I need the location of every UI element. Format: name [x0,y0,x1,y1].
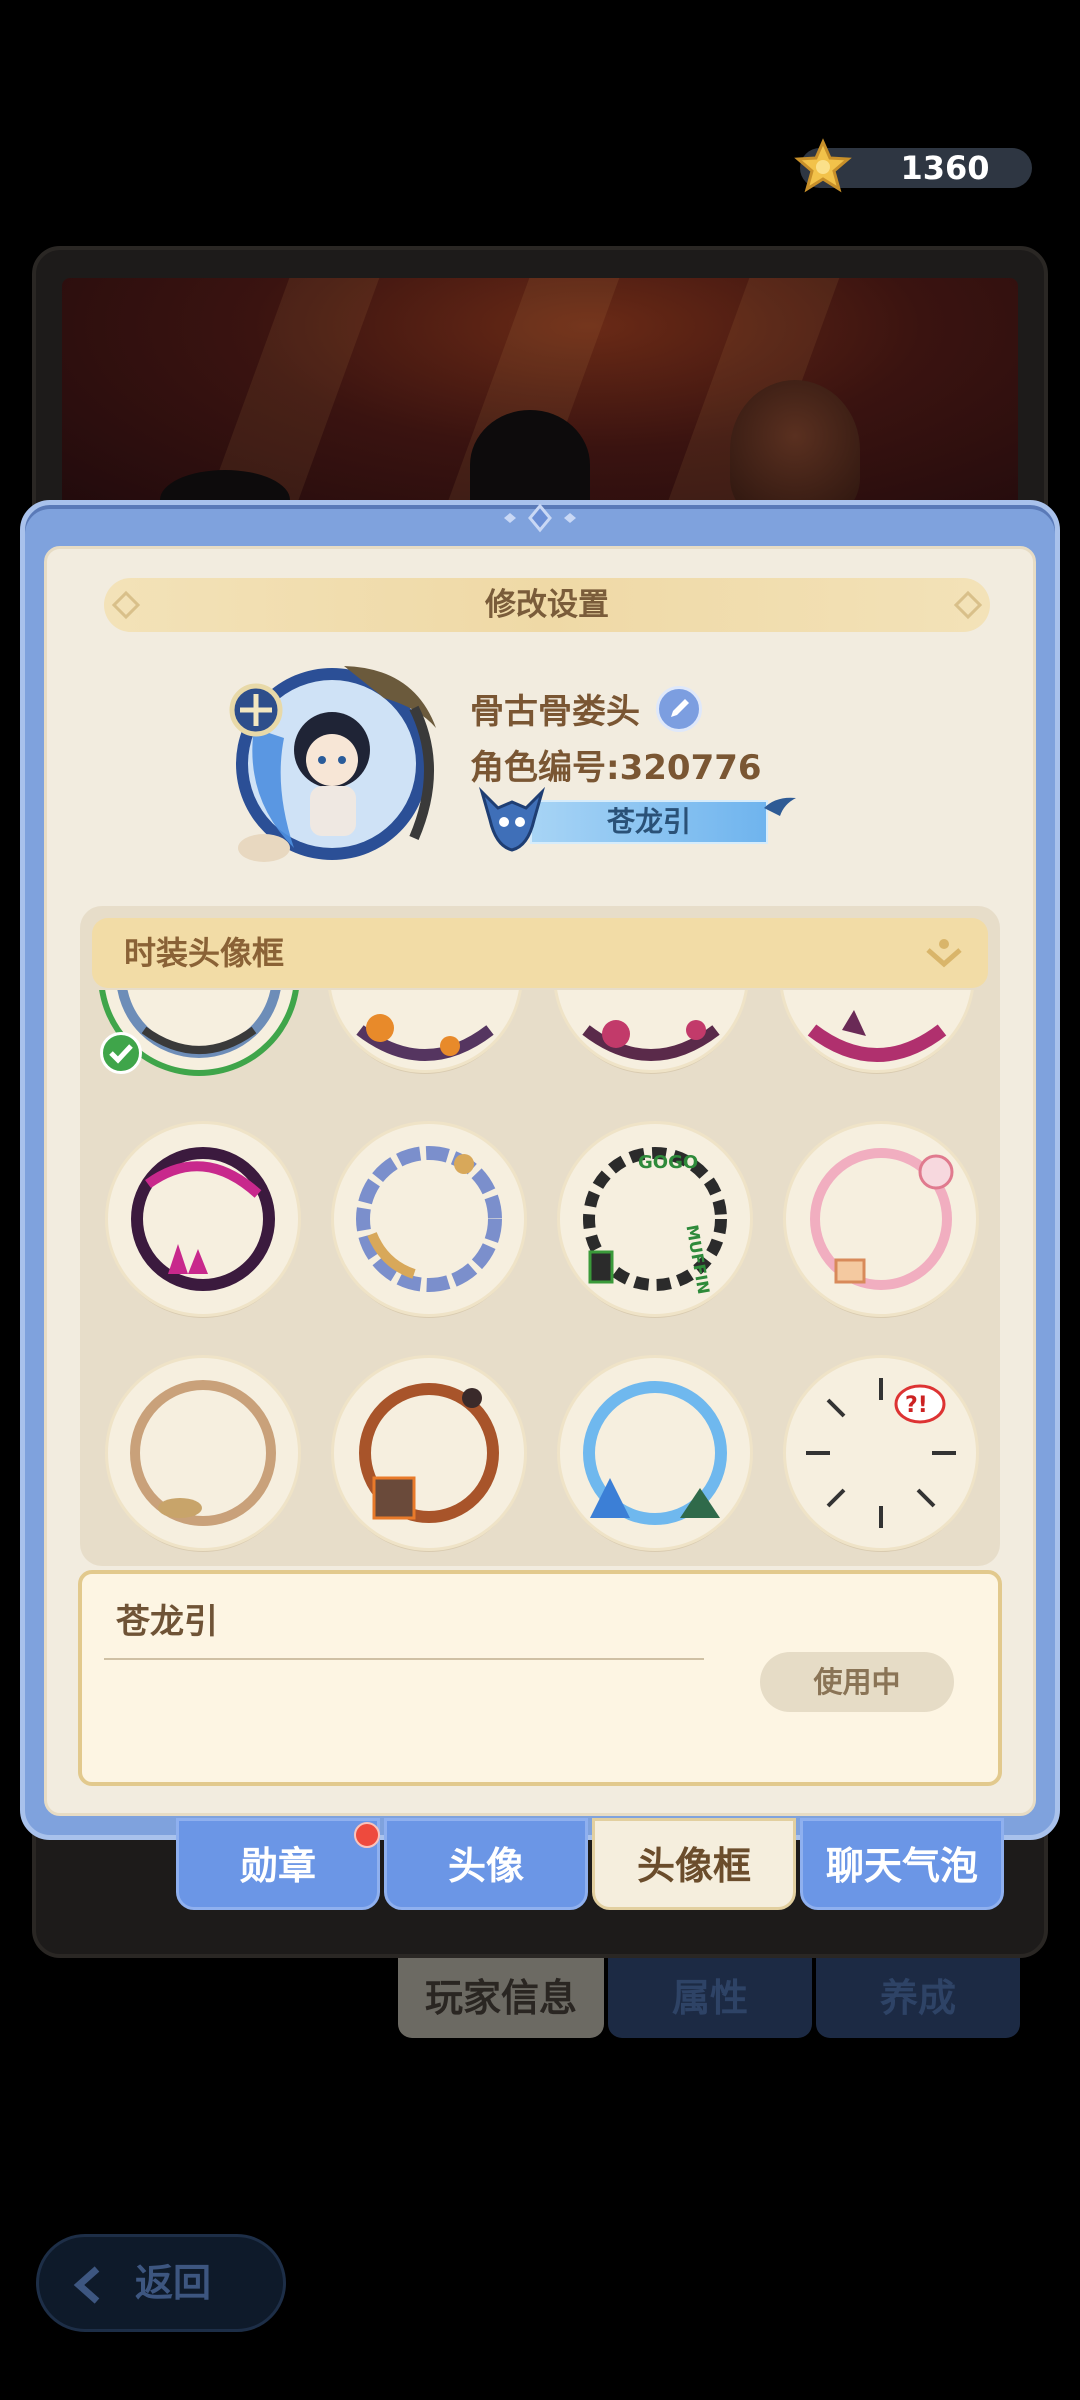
svg-text:GOGO: GOGO [638,1152,698,1173]
ornament-icon [504,503,576,533]
crystal-frame-icon [807,1010,947,1062]
background-fox-character [730,380,860,520]
svg-text:MUFFIN: MUFFIN [682,1223,713,1295]
frame-item-crystal[interactable] [782,990,972,1070]
tab-avatar[interactable]: 头像 [384,1818,588,1910]
pumpkin-frame-icon [356,1014,494,1061]
diamond-icon [953,590,983,620]
star-coin-icon [794,138,852,193]
player-name: 骨古骨娄头 [470,692,640,732]
notification-badge [354,1822,380,1848]
currency-display: 1360 [794,138,1032,193]
currency-value: 1360 [900,149,990,187]
frame-item-wooden[interactable] [108,1358,298,1548]
comic-frame-icon: ?! [806,1378,956,1528]
frame-category-label: 时装头像框 [124,934,285,972]
tab-chat-bubble[interactable]: 聊天气泡 [800,1818,1004,1910]
title-badge[interactable]: 苍龙引 [472,784,798,856]
frame-item-cake[interactable] [786,1124,976,1314]
frame-item-dark-magic[interactable] [108,1124,298,1314]
frame-item-lava[interactable] [334,1358,524,1548]
frame-grid: GOGO MUFFIN ?! [80,990,1000,1562]
dark-magic-frame-icon [131,1147,275,1291]
avatar[interactable] [214,648,448,876]
tab-player-info[interactable]: 玩家信息 [398,1958,604,2038]
frame-category-header[interactable]: 时装头像框 [92,918,988,988]
frame-detail-title: 苍龙引 [116,1602,218,1642]
edit-name-button[interactable] [656,686,702,732]
check-icon [100,1032,142,1074]
rose-frame-icon [582,1020,720,1061]
frame-item-ice[interactable] [560,1358,750,1548]
ice-frame-icon [583,1381,727,1525]
tab-development[interactable]: 养成 [816,1958,1020,2038]
badge-label: 苍龙引 [606,805,691,838]
dialog-title-text: 修改设置 [485,587,609,623]
tab-medal[interactable]: 勋章 [176,1818,380,1910]
frame-item-pumpkin[interactable] [330,990,520,1070]
dialog-title: 修改设置 [104,578,990,632]
divider [104,1658,704,1660]
back-arrow-icon [73,2266,100,2304]
cake-frame-icon [810,1148,954,1290]
frame-item-blue-chain[interactable] [334,1124,524,1314]
frame-item-comic[interactable]: ?! [786,1358,976,1548]
back-button[interactable]: 返回 [36,2234,286,2332]
diamond-icon [111,590,141,620]
pencil-icon [671,699,689,717]
tab-avatar-frame[interactable]: 头像框 [592,1818,796,1910]
back-label: 返回 [135,2261,212,2305]
chevron-down-icon[interactable] [922,936,966,972]
wooden-frame-icon [130,1380,276,1526]
frame-item-gogo-muffin[interactable]: GOGO MUFFIN [560,1124,750,1314]
lava-frame-icon [359,1383,499,1523]
player-id: 角色编号:320776 [470,748,762,788]
in-use-button[interactable]: 使用中 [760,1652,954,1712]
svg-text:?!: ?! [905,1393,928,1418]
frame-item-rose[interactable] [556,990,746,1070]
gogo-muffin-frame-icon: GOGO MUFFIN [583,1147,727,1296]
tab-attributes[interactable]: 属性 [608,1958,812,2038]
blue-chain-frame-icon [356,1146,502,1292]
